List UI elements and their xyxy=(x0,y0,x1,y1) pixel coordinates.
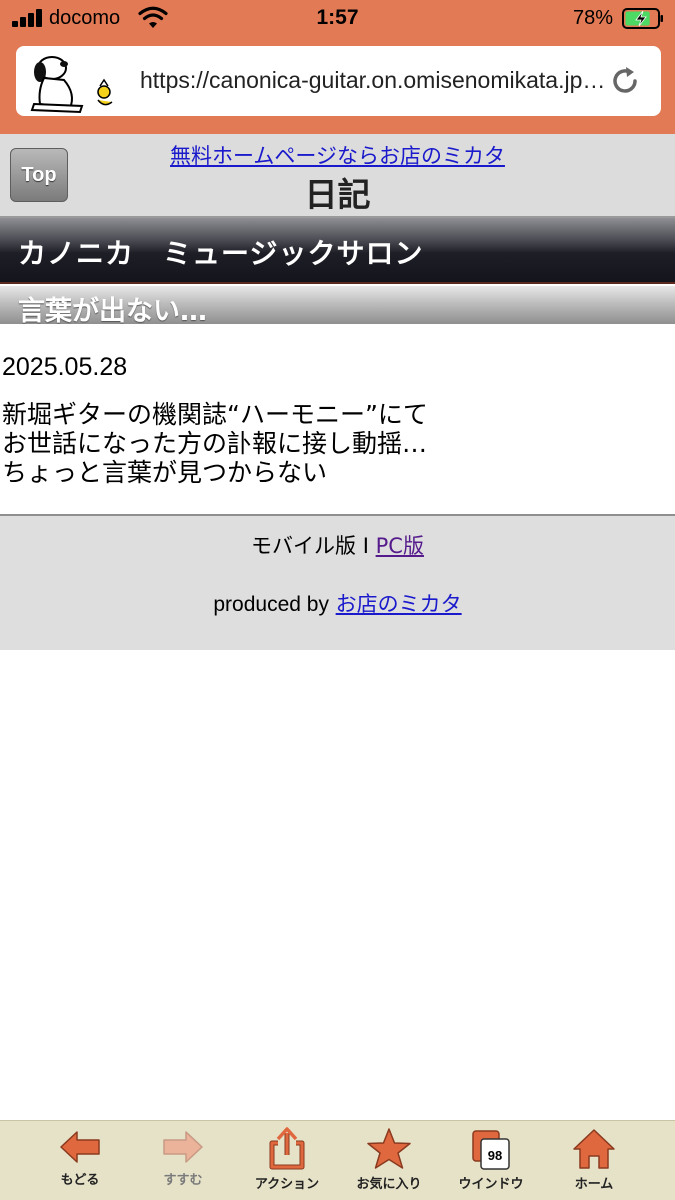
shop-name: カノニカ ミュージックサロン xyxy=(18,237,424,270)
entry-line: 新堀ギターの機関誌“ハーモニー”にて xyxy=(2,400,428,429)
favorites-label: お気に入り xyxy=(356,1177,422,1192)
windows-button[interactable]: 98 ウインドウ xyxy=(441,1127,541,1199)
pc-version-link[interactable]: PC版 xyxy=(376,534,424,558)
share-icon xyxy=(269,1127,305,1170)
favorites-button[interactable]: お気に入り xyxy=(339,1127,439,1199)
back-button[interactable]: もどる xyxy=(30,1127,130,1199)
snoopy-logo-icon xyxy=(30,56,113,114)
produced-by: produced by お店のミカタ xyxy=(0,588,675,618)
mobile-version-label: モバイル版 xyxy=(251,534,357,558)
page-title: 日記 xyxy=(304,175,371,214)
reload-icon[interactable] xyxy=(608,64,642,98)
home-label: ホーム xyxy=(574,1177,614,1192)
action-button[interactable]: アクション xyxy=(237,1127,337,1199)
maker-link[interactable]: お店のミカタ xyxy=(336,592,462,616)
forward-label: すすむ xyxy=(163,1173,203,1188)
star-icon xyxy=(367,1128,411,1169)
back-label: もどる xyxy=(60,1173,100,1188)
page-header: Top 無料ホームページならお店のミカタ 日記 xyxy=(0,134,675,218)
battery-charging-icon xyxy=(622,8,663,29)
windows-icon: 98 xyxy=(472,1130,510,1170)
entry-line: お世話になった方の訃報に接し動揺… xyxy=(2,429,428,458)
entry-body: 新堀ギターの機関誌“ハーモニー”にて お世話になった方の訃報に接し動揺… ちょっ… xyxy=(2,400,428,487)
browser-chrome: docomo 1:57 78% https://canonica-guitar.… xyxy=(0,0,675,134)
ad-link[interactable]: 無料ホームページならお店のミカタ xyxy=(0,140,675,170)
page-footer: モバイル版 I PC版 produced by お店のミカタ xyxy=(0,514,675,650)
address-bar[interactable]: https://canonica-guitar.on.omisenomikata… xyxy=(16,46,661,116)
shop-name-bar: カノニカ ミュージックサロン xyxy=(0,218,675,284)
entry-date: 2025.05.28 xyxy=(2,353,128,381)
action-label: アクション xyxy=(254,1177,320,1192)
home-button[interactable]: ホーム xyxy=(544,1127,644,1199)
produced-by-label: produced by xyxy=(213,593,329,616)
browser-toolbar: もどる すすむ アクション お気に入り 98 ウインドウ ホーム xyxy=(0,1120,675,1200)
version-switch: モバイル版 I PC版 xyxy=(0,530,675,560)
version-separator: I xyxy=(362,534,369,558)
status-bar: docomo 1:57 78% xyxy=(0,0,675,38)
forward-button[interactable]: すすむ xyxy=(133,1127,233,1199)
entry-line: ちょっと言葉が見つからない xyxy=(2,458,328,487)
windows-label: ウインドウ xyxy=(458,1177,524,1192)
url-text[interactable]: https://canonica-guitar.on.omisenomikata… xyxy=(140,67,610,94)
home-icon xyxy=(573,1129,615,1169)
entry-title: 言葉が出ない… xyxy=(18,296,207,324)
forward-arrow-icon xyxy=(163,1131,203,1163)
entry-title-bar: 言葉が出ない… xyxy=(0,286,675,324)
diary-entry: 2025.05.28 新堀ギターの機関誌“ハーモニー”にて お世話になった方の訃… xyxy=(0,324,675,514)
battery-percent: 78% xyxy=(573,7,614,29)
window-count-badge: 98 xyxy=(488,1148,502,1163)
back-arrow-icon xyxy=(60,1131,100,1163)
